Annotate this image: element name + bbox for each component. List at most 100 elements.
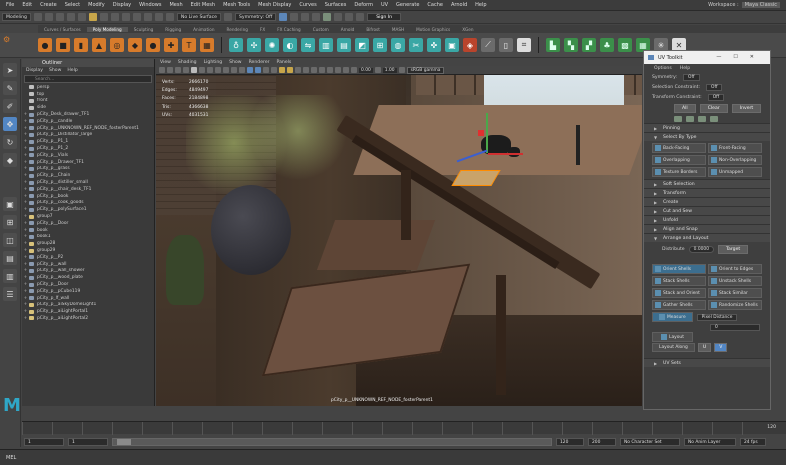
expand-icon[interactable]: + bbox=[22, 180, 29, 185]
outliner-item[interactable]: + pCity_p__distiller_small bbox=[22, 179, 154, 186]
expand-icon[interactable]: + bbox=[22, 187, 29, 192]
menu-display[interactable]: Display bbox=[113, 2, 131, 8]
view-transform-dropdown[interactable]: sRGB gamma bbox=[406, 66, 445, 74]
smooth-shade-icon[interactable] bbox=[255, 67, 261, 73]
poly-cone-icon[interactable]: ▲ bbox=[92, 38, 106, 52]
stack-shells-button[interactable]: Stack Shells bbox=[652, 276, 706, 286]
orient-to-edges-button[interactable]: Orient to Edges bbox=[708, 264, 762, 274]
layout-button[interactable]: Layout bbox=[652, 332, 693, 342]
viewport-menu-panels[interactable]: Panels bbox=[277, 60, 292, 65]
outliner-item[interactable]: + pCity_p__wall bbox=[22, 261, 154, 268]
expand-icon[interactable]: + bbox=[22, 153, 29, 158]
menu-modify[interactable]: Modify bbox=[88, 2, 105, 8]
safe-title-icon[interactable] bbox=[239, 67, 245, 73]
orient-shells-button[interactable]: Orient Shells bbox=[652, 264, 706, 274]
time-slider[interactable]: 120 bbox=[22, 421, 786, 435]
persp-outliner-icon[interactable]: ▤ bbox=[3, 251, 17, 265]
select-front-facing-button[interactable]: Front-Facing bbox=[708, 143, 762, 153]
merge-icon[interactable]: ◈ bbox=[463, 38, 477, 52]
outliner-item[interactable]: + pCity_p__chair_desk_TF1 bbox=[22, 186, 154, 193]
live-surface-dropdown[interactable]: No Live Surface bbox=[176, 13, 221, 21]
film-gate-icon[interactable] bbox=[199, 67, 205, 73]
outliner-item[interactable]: + pCity_p__aiLightPortal2 bbox=[22, 315, 154, 322]
section-create[interactable]: ▶ Create bbox=[644, 197, 770, 206]
outliner-menu-help[interactable]: Help bbox=[67, 68, 77, 73]
separate-icon[interactable]: ✣ bbox=[247, 38, 261, 52]
section-uv-sets[interactable]: ▶ UV Sets bbox=[644, 358, 770, 367]
expand-icon[interactable]: + bbox=[22, 234, 29, 239]
outliner-item[interactable]: + pCity_p__Chain bbox=[22, 172, 154, 179]
select-overlapping-button[interactable]: Overlapping bbox=[652, 155, 706, 165]
invert-button[interactable]: Invert bbox=[731, 103, 762, 113]
svg-icon[interactable]: ▦ bbox=[200, 38, 214, 52]
expand-icon[interactable]: + bbox=[22, 194, 29, 199]
section-select-by-type[interactable]: ▼ Select By Type bbox=[644, 132, 770, 141]
expand-icon[interactable]: + bbox=[22, 228, 29, 233]
shelf-options[interactable]: ⚙ bbox=[3, 35, 10, 44]
select-texture-borders-button[interactable]: Texture Borders bbox=[652, 167, 706, 177]
range-slider-handle[interactable] bbox=[117, 439, 131, 445]
smooth-icon[interactable]: ✺ bbox=[265, 38, 279, 52]
motion-blur-icon[interactable] bbox=[311, 67, 317, 73]
offset-edge-icon[interactable]: ⌗ bbox=[517, 38, 531, 52]
outliner-item[interactable]: + pCity_p__P2 bbox=[22, 254, 154, 261]
select-object-icon[interactable] bbox=[99, 13, 108, 21]
target-button[interactable]: Target bbox=[718, 244, 749, 254]
uv-shell-icon[interactable] bbox=[710, 115, 718, 122]
outliner-item[interactable]: + book1 bbox=[22, 234, 154, 241]
screen-space-ao-icon[interactable] bbox=[303, 67, 309, 73]
anim-layer-dropdown[interactable]: No Anim Layer bbox=[684, 438, 736, 446]
boolean-icon[interactable]: ◐ bbox=[283, 38, 297, 52]
construction-history-icon[interactable] bbox=[223, 13, 232, 21]
undo-icon[interactable] bbox=[66, 13, 75, 21]
combine-icon[interactable]: ♁ bbox=[229, 38, 243, 52]
shelf-tab-arnold[interactable]: Arnold bbox=[335, 27, 361, 32]
paint-select-icon[interactable]: ✐ bbox=[3, 99, 17, 113]
section-pinning[interactable]: ▶ Pinning bbox=[644, 123, 770, 132]
four-view-icon[interactable]: ⊞ bbox=[3, 215, 17, 229]
shelf-tab-mash[interactable]: MASH bbox=[386, 27, 410, 32]
uv-spherical-icon[interactable]: ▞ bbox=[582, 38, 596, 52]
outliner-item[interactable]: + pCity_p__aiLightPortal1 bbox=[22, 308, 154, 315]
exposure-field[interactable]: 0.00 bbox=[359, 67, 373, 73]
expand-icon[interactable]: + bbox=[22, 316, 29, 321]
outliner-item[interactable]: + pCity_p__wall_shower bbox=[22, 268, 154, 275]
menu-file[interactable]: File bbox=[6, 2, 14, 8]
expand-icon[interactable]: + bbox=[22, 309, 29, 314]
outliner-item[interactable]: front bbox=[22, 98, 154, 105]
menu-mesh-display[interactable]: Mesh Display bbox=[258, 2, 291, 8]
expand-icon[interactable]: + bbox=[22, 139, 29, 144]
section-transform[interactable]: ▶ Transform bbox=[644, 188, 770, 197]
outliner-item[interactable]: + pCity_p__UNKNOWN_REF_NODE_fosterParent1 bbox=[22, 125, 154, 132]
gamma-field[interactable]: 1.00 bbox=[382, 67, 397, 73]
shelf-tab-sculpting[interactable]: Sculpting bbox=[128, 27, 160, 32]
bevel-icon[interactable]: ◩ bbox=[355, 38, 369, 52]
workspace-value[interactable]: Maya Classic bbox=[741, 2, 780, 8]
pause-viewport-icon[interactable] bbox=[356, 13, 365, 21]
render-settings-icon[interactable] bbox=[312, 13, 321, 21]
expand-icon[interactable]: + bbox=[22, 119, 29, 124]
image-plane-icon[interactable] bbox=[183, 67, 189, 73]
viewport-3d[interactable]: Verts: 2666170 Edges: 4849497 Faces: 2184898 T… bbox=[156, 75, 642, 406]
snap-surface-icon[interactable] bbox=[165, 13, 174, 21]
outliner-item[interactable]: + pCity_p__aiSkyDomeLight1 bbox=[22, 302, 154, 309]
expand-icon[interactable]: + bbox=[22, 275, 29, 280]
outliner-item[interactable]: + book bbox=[22, 227, 154, 234]
outliner-item[interactable]: + group29 bbox=[22, 247, 154, 254]
range-slider[interactable] bbox=[112, 438, 552, 446]
select-back-facing-button[interactable]: Back-Facing bbox=[652, 143, 706, 153]
expand-icon[interactable]: + bbox=[22, 112, 29, 117]
scale-tool-icon[interactable]: ◆ bbox=[3, 153, 17, 167]
menu-windows[interactable]: Windows bbox=[139, 2, 161, 8]
save-scene-icon[interactable] bbox=[55, 13, 64, 21]
move-gizmo-x-axis[interactable] bbox=[488, 153, 523, 155]
uv-edge-icon[interactable] bbox=[686, 115, 694, 122]
shelf-tab-rendering[interactable]: Rendering bbox=[221, 27, 254, 32]
snap-point-icon[interactable] bbox=[143, 13, 152, 21]
outliner-item[interactable]: + pCity_Desk_drawer_TF1 bbox=[22, 111, 154, 118]
outliner-item[interactable]: + pCity_p__P1_1 bbox=[22, 138, 154, 145]
playback-start-field[interactable]: 1 bbox=[68, 438, 108, 446]
slide-edge-icon[interactable]: ⟋ bbox=[481, 38, 495, 52]
menu-edit-mesh[interactable]: Edit Mesh bbox=[191, 2, 215, 8]
menu-generate[interactable]: Generate bbox=[396, 2, 419, 8]
